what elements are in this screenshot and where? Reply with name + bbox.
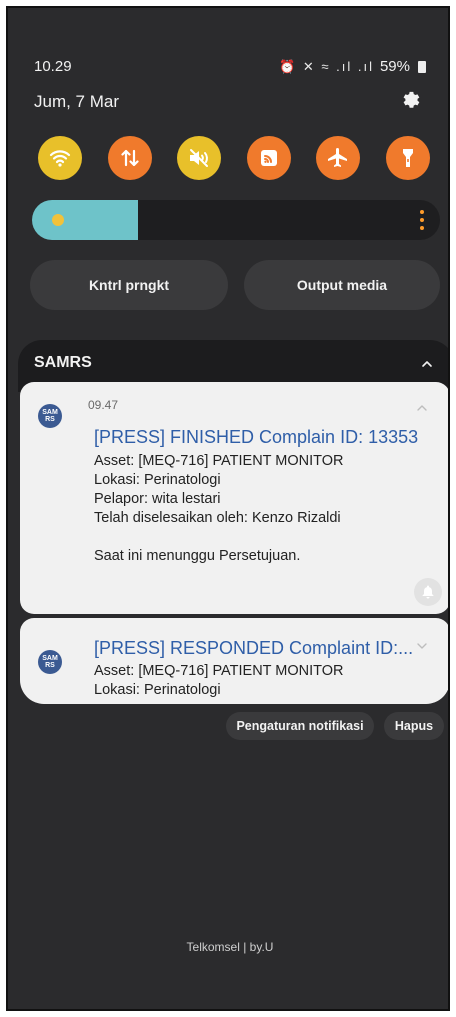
notification-line: Asset: [MEQ-716] PATIENT MONITOR [94, 663, 344, 679]
wifi-toggle[interactable] [38, 136, 82, 180]
notification-app-name: SAMRS [34, 354, 92, 371]
mobile-data-icon [120, 149, 139, 167]
clear-notifications-button[interactable]: Hapus [384, 712, 444, 740]
date-label: Jum, 7 Mar [34, 92, 120, 111]
mobile-data-toggle[interactable] [107, 136, 152, 180]
notification-line: Asset: [MEQ-716] PATIENT MONITOR [94, 453, 344, 469]
airplane-mode-toggle[interactable] [316, 136, 361, 180]
status-icons: ⏰ ✕ ≈ .ıl .ıl 59% [279, 58, 426, 75]
wifi-icon [49, 150, 71, 167]
notification-settings-button[interactable]: Pengaturan notifikasi [226, 712, 374, 740]
brightness-slider-fill[interactable] [32, 200, 139, 240]
notification-line [94, 528, 344, 547]
brightness-slider[interactable] [32, 200, 440, 240]
sound-mute-toggle[interactable] [177, 136, 222, 180]
flashlight-icon [402, 149, 413, 167]
battery-icon [418, 60, 426, 73]
hotspot-icon [260, 150, 277, 166]
more-options-icon[interactable] [420, 210, 424, 230]
notification-shade: 10.29 ⏰ ✕ ≈ .ıl .ıl 59% Jum, 7 Mar Kntrl… [6, 6, 450, 1011]
notification-line: Saat ini menunggu Persetujuan. [94, 548, 301, 564]
notification-time: 09.47 [88, 398, 119, 412]
notification-card[interactable]: SAM RS 09.47 [PRESS] FINISHED Complain I… [20, 382, 448, 614]
status-time: 10.29 [34, 58, 72, 75]
airplane-icon [328, 148, 348, 167]
chevron-down-icon[interactable] [416, 640, 428, 652]
notification-card[interactable]: SAM RS [PRESS] RESPONDED Complaint ID:..… [20, 618, 448, 704]
mute-icon [190, 149, 209, 167]
status-bar: 10.29 ⏰ ✕ ≈ .ıl .ıl 59% [34, 58, 426, 80]
bell-icon[interactable] [414, 578, 442, 606]
hotspot-toggle[interactable] [246, 136, 291, 180]
chevron-up-icon[interactable] [420, 357, 434, 371]
app-avatar-icon: SAM RS [38, 404, 62, 428]
battery-level: 59% [379, 58, 410, 75]
notification-body: Asset: [MEQ-716] PATIENT MONITOR Lokasi:… [94, 452, 344, 566]
notification-line: Pelapor: wita lestari [94, 491, 221, 507]
flashlight-toggle[interactable] [385, 136, 430, 180]
notification-line: Lokasi: Perinatologi [94, 682, 221, 698]
notification-body: Asset: [MEQ-716] PATIENT MONITOR Lokasi:… [94, 662, 344, 700]
notification-group-samrs: SAMRS SAM RS 09.47 [PRESS] FINISHED Comp… [18, 340, 448, 706]
bell-glyph-icon [422, 585, 434, 599]
carrier-label: Telkomsel | by.U [186, 940, 274, 954]
app-avatar-icon: SAM RS [38, 650, 62, 674]
signal-icons: ⏰ ✕ ≈ .ıl .ıl [279, 58, 374, 74]
notification-title: [PRESS] FINISHED Complain ID: 13353 [94, 427, 419, 447]
notification-line: Telah diselesaikan oleh: Kenzo Rizaldi [94, 510, 341, 526]
notification-line: Lokasi: Perinatologi [94, 472, 221, 488]
chevron-up-icon[interactable] [416, 402, 428, 414]
device-control-button[interactable]: Kntrl prngkt [30, 260, 228, 310]
brightness-sun-icon [52, 214, 64, 226]
settings-gear-icon[interactable] [400, 88, 422, 110]
quick-settings-row [38, 136, 430, 182]
media-output-button[interactable]: Output media [244, 260, 440, 310]
notification-title: [PRESS] RESPONDED Complaint ID:... [94, 638, 414, 658]
